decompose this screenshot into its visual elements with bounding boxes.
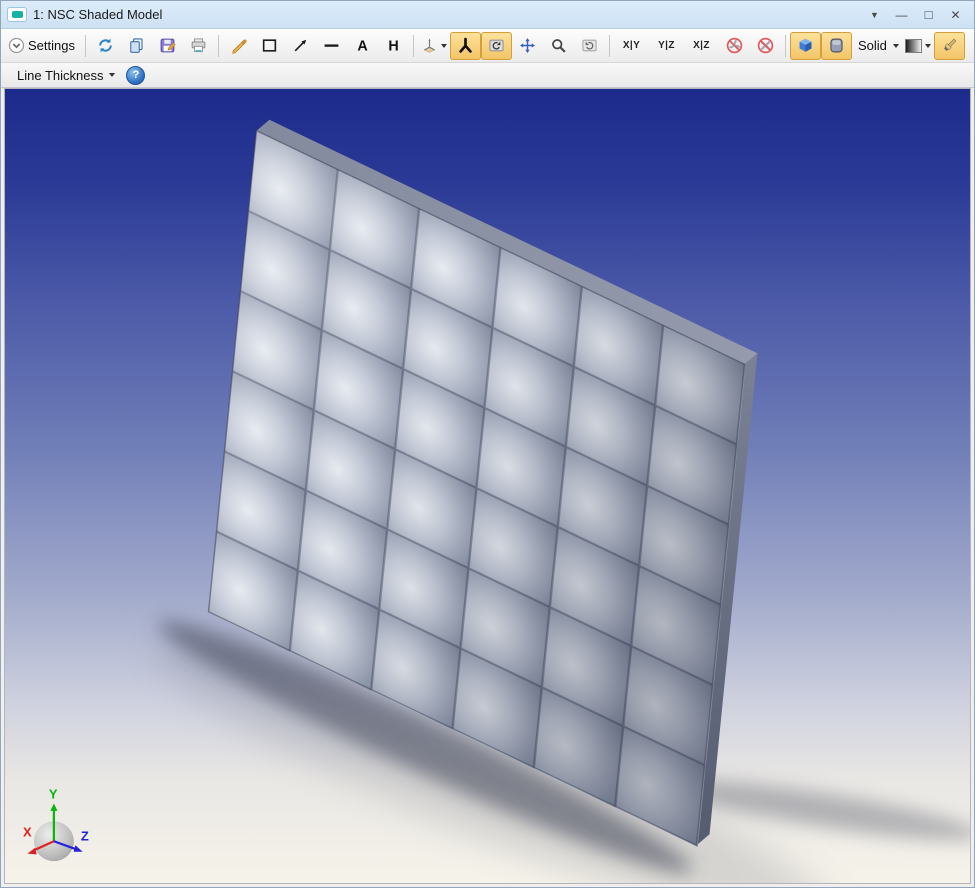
close-button[interactable]: ✕ [943,5,968,25]
line-icon [323,37,340,54]
settings-button[interactable]: Settings [5,32,81,60]
arrow-button[interactable] [285,32,316,60]
copy-icon [128,37,145,54]
chevron-down-icon [109,73,115,77]
gradient-swatch-icon [905,39,922,53]
pencil-button[interactable] [223,32,254,60]
y-axis-arrow [50,804,57,811]
window-icon [7,7,27,22]
rectangle-button[interactable] [254,32,285,60]
separator [413,35,414,57]
secondary-toolbar: Line Thickness ? [1,63,974,88]
y-axis-label: Y [49,787,58,802]
copy-button[interactable] [121,32,152,60]
separator [785,35,786,57]
printer-icon [190,37,207,54]
rounded-square-icon [828,37,845,54]
plane-xz-button[interactable]: X|Z [684,32,719,60]
solid-mode-button[interactable] [821,32,852,60]
rotate-box-icon [488,37,505,54]
axes-3d-icon [421,37,438,54]
plane-yz-button[interactable]: Y|Z [649,32,684,60]
dimension-button[interactable]: H [378,32,409,60]
line-thickness-dropdown[interactable]: Line Thickness [11,61,118,89]
z-axis-label: Z [81,828,89,843]
chevron-down-icon [441,44,447,48]
window-menu-button[interactable]: ▼ [862,5,887,25]
rectangle-icon [261,37,278,54]
solid-dropdown[interactable]: Solid [852,32,902,60]
axis-triad: X Y Z [23,787,89,862]
separator [609,35,610,57]
no-rays-icon [726,37,743,54]
window-title: 1: NSC Shaded Model [33,7,862,22]
lamp-button[interactable] [965,32,975,60]
suppress-markers-button[interactable] [750,32,781,60]
line-button[interactable] [316,32,347,60]
orientation-dropdown-button[interactable] [418,32,450,60]
magnifier-icon [550,37,567,54]
move-arrows-icon [519,37,536,54]
zemax-window-icon [12,11,23,18]
refresh-icon [97,37,114,54]
pan-button[interactable] [512,32,543,60]
arrow-icon [292,37,309,54]
suppress-rays-button[interactable] [719,32,750,60]
nsc-shaded-model-window: 1: NSC Shaded Model ▼ — □ ✕ Settings [0,0,975,888]
svg-text:A: A [357,39,367,54]
z-axis-arrow [74,845,83,852]
main-toolbar: Settings A H [1,29,974,63]
flashlight-button[interactable] [934,32,965,60]
window-controls: ▼ — □ ✕ [862,5,968,25]
settings-label: Settings [25,38,78,53]
minimize-button[interactable]: — [889,5,914,25]
cube-icon [797,37,814,54]
undo-view-icon [581,37,598,54]
save-icon [159,37,176,54]
print-button[interactable] [183,32,214,60]
lens-array-3d-render: X Y Z [5,89,970,883]
text-button[interactable]: A [347,32,378,60]
letter-a-icon: A [354,37,371,54]
save-button[interactable] [152,32,183,60]
pencil-icon [230,37,247,54]
background-dropdown[interactable] [902,32,934,60]
maximize-button[interactable]: □ [916,5,941,25]
chevron-down-icon [893,44,899,48]
letter-h-icon: H [385,37,402,54]
no-markers-icon [757,37,774,54]
previous-view-button[interactable] [574,32,605,60]
flashlight-icon [941,37,958,54]
help-icon[interactable]: ? [126,66,145,85]
solid-label: Solid [855,38,890,53]
rotate-3d-button[interactable] [450,32,481,60]
x-axis-label: X [23,824,32,839]
settings-chevron-icon [8,37,25,54]
zoom-button[interactable] [543,32,574,60]
shaded-model-viewport[interactable]: X Y Z [4,88,971,884]
chevron-down-icon [925,44,931,48]
plane-xy-button[interactable]: X|Y [614,32,649,60]
titlebar: 1: NSC Shaded Model ▼ — □ ✕ [1,1,974,29]
separator [85,35,86,57]
tripod-icon [457,37,474,54]
update-button[interactable] [90,32,121,60]
separator [218,35,219,57]
shaded-model-button[interactable] [790,32,821,60]
line-thickness-label: Line Thickness [14,68,106,83]
svg-text:H: H [388,39,398,54]
spin-view-button[interactable] [481,32,512,60]
